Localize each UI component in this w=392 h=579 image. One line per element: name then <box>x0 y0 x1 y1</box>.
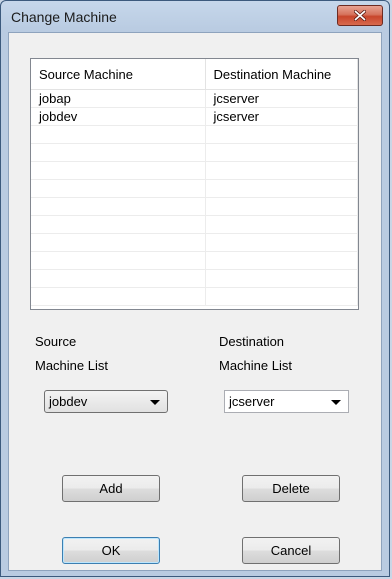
add-button[interactable]: Add <box>62 475 160 502</box>
destination-machine-cell <box>205 143 358 162</box>
close-button[interactable] <box>337 5 383 26</box>
machine-mapping-list[interactable]: Source Machine Destination Machine jobap… <box>30 58 359 310</box>
destination-machine-cell <box>205 125 358 144</box>
source-machine-cell: jobdev <box>31 107 206 126</box>
source-machine-cell <box>31 197 206 216</box>
source-machine-cell <box>31 251 206 270</box>
source-machine-cell <box>31 233 206 252</box>
destination-machine-cell <box>205 233 358 252</box>
source-machine-cell <box>31 161 206 180</box>
source-machine-cell <box>31 215 206 234</box>
machine-mapping-table: Source Machine Destination Machine jobap… <box>31 59 358 306</box>
table-row[interactable] <box>31 197 358 216</box>
title-bar[interactable]: Change Machine <box>1 1 389 33</box>
source-machine-cell <box>31 143 206 162</box>
destination-machine-cell <box>205 269 358 288</box>
source-machine-cell <box>31 287 206 306</box>
table-header-row: Source Machine Destination Machine <box>31 59 358 90</box>
table-row[interactable] <box>31 143 358 162</box>
table-row[interactable] <box>31 161 358 180</box>
source-machine-value: jobdev <box>49 394 88 409</box>
source-label-line1: Source <box>35 334 77 349</box>
table-row[interactable] <box>31 269 358 288</box>
delete-button[interactable]: Delete <box>242 475 340 502</box>
source-machine-cell: jobap <box>31 89 206 108</box>
source-machine-cell <box>31 125 206 144</box>
window-title: Change Machine <box>11 9 117 25</box>
change-machine-dialog: Change Machine Source Machine Destinatio… <box>0 0 390 577</box>
table-row[interactable] <box>31 287 358 306</box>
column-header-destination[interactable]: Destination Machine <box>205 59 358 90</box>
ok-button[interactable]: OK <box>62 537 160 564</box>
source-machine-cell <box>31 269 206 288</box>
table-row[interactable] <box>31 251 358 270</box>
dialog-body: Source Machine Destination Machine jobap… <box>8 32 382 571</box>
destination-machine-cell: jcserver <box>205 89 358 108</box>
close-icon <box>354 10 366 21</box>
table-row[interactable] <box>31 179 358 198</box>
table-row[interactable]: jobdev jcserver <box>31 107 358 126</box>
source-machine-select[interactable]: jobdev <box>44 390 168 413</box>
chevron-down-icon <box>150 400 160 405</box>
destination-label-line2: Machine List <box>219 358 292 373</box>
destination-machine-cell <box>205 161 358 180</box>
column-header-source[interactable]: Source Machine <box>31 59 206 90</box>
destination-machine-cell <box>205 215 358 234</box>
destination-machine-cell <box>205 179 358 198</box>
table-row[interactable]: jobap jcserver <box>31 89 358 108</box>
destination-machine-cell <box>205 197 358 216</box>
chevron-down-icon <box>331 400 341 405</box>
source-machine-cell <box>31 179 206 198</box>
cancel-button[interactable]: Cancel <box>242 537 340 564</box>
destination-machine-cell: jcserver <box>205 107 358 126</box>
table-row[interactable] <box>31 125 358 144</box>
table-row[interactable] <box>31 233 358 252</box>
destination-machine-cell <box>205 287 358 306</box>
destination-machine-cell <box>205 251 358 270</box>
destination-machine-select[interactable]: jcserver <box>224 390 349 413</box>
table-row[interactable] <box>31 215 358 234</box>
destination-machine-value: jcserver <box>229 394 275 409</box>
destination-label-line1: Destination <box>219 334 285 349</box>
source-label-line2: Machine List <box>35 358 108 373</box>
